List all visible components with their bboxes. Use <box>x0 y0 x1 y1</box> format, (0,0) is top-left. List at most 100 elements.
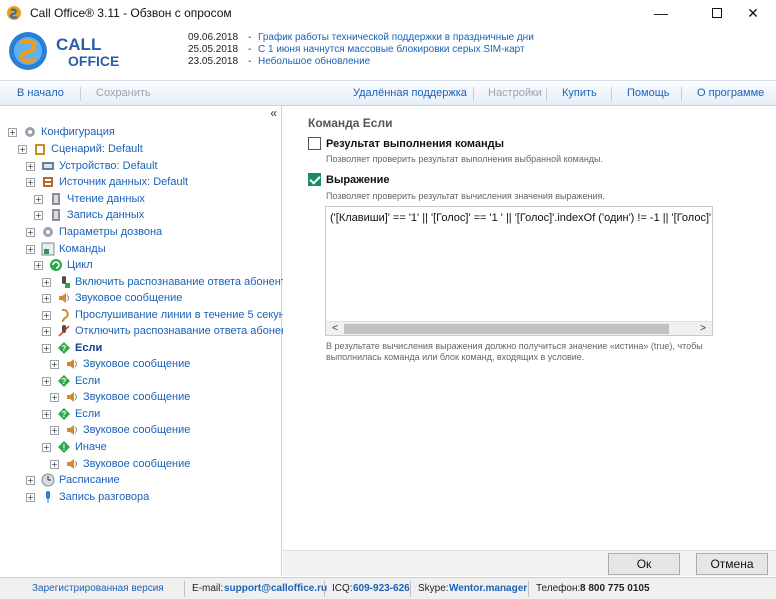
tree-item[interactable]: + Запись разговора <box>26 489 149 505</box>
tree-item[interactable]: + Конфигурация <box>8 124 115 140</box>
tree-item-label: Параметры дозвона <box>59 226 163 238</box>
expression-text[interactable]: ('[Клавиши]' == '1' || '[Голос]' == '1 '… <box>330 212 712 224</box>
collapse-panel-button[interactable]: « <box>270 106 277 120</box>
expand-toggle-icon[interactable]: + <box>50 459 59 469</box>
command-result-checkbox[interactable] <box>308 137 321 150</box>
tree-item[interactable]: + Запись данных <box>34 207 144 223</box>
tree-item[interactable]: + Звуковое сообщение <box>50 456 190 472</box>
expand-toggle-icon[interactable]: + <box>50 425 59 435</box>
tree-item[interactable]: + Сценарий: Default <box>18 141 143 157</box>
tree-item[interactable]: + Чтение данных <box>34 191 145 207</box>
news-item[interactable]: 25.05.2018 - С 1 июня начнутся массовые … <box>188 44 534 56</box>
tree-item[interactable]: + Цикл <box>34 257 93 273</box>
menu-help[interactable]: Помощь <box>627 81 670 106</box>
dialog-button-bar: Ок Отмена <box>283 550 776 576</box>
option-label: Выражение <box>326 173 390 186</box>
news-link[interactable]: С 1 июня начнутся массовые блокировки се… <box>258 44 525 56</box>
expand-toggle-icon[interactable]: + <box>42 376 51 386</box>
menu-about[interactable]: О программе <box>697 81 764 106</box>
horizontal-scrollbar[interactable]: < > <box>326 321 712 335</box>
config-tree-panel: « + Конфигурация + Сценарий: Default + Устрой… <box>0 106 298 576</box>
header-banner: CALL OFFICE 09.06.2018 - График работы т… <box>0 26 776 76</box>
if-icon: ? <box>58 375 70 387</box>
expand-toggle-icon[interactable]: + <box>26 244 35 254</box>
tree-item-label: Источник данных: Default <box>59 176 189 188</box>
tree-item-label: Конфигурация <box>41 126 115 138</box>
tree-item-label: Прослушивание линии в течение 5 секунд <box>75 309 292 321</box>
expand-toggle-icon[interactable]: + <box>42 277 51 287</box>
tree-item[interactable]: +! Иначе <box>42 439 107 455</box>
expression-editor[interactable]: ('[Клавиши]' == '1' || '[Голос]' == '1 '… <box>325 206 713 336</box>
menu-save[interactable]: Сохранить <box>96 81 151 106</box>
tree-item[interactable]: +? Если <box>42 406 100 422</box>
expand-toggle-icon[interactable]: + <box>8 127 17 137</box>
tree-item-label: Чтение данных <box>67 193 145 205</box>
icq-label: ICQ: <box>332 583 353 594</box>
expand-toggle-icon[interactable]: + <box>50 392 59 402</box>
option-description: Позволяет проверить результат выполнения… <box>326 154 604 164</box>
tree-item[interactable]: + Расписание <box>26 472 120 488</box>
tree-item[interactable]: + Команды <box>26 241 106 257</box>
tree-item[interactable]: + Звуковое сообщение <box>50 389 190 405</box>
expand-toggle-icon[interactable]: + <box>50 359 59 369</box>
news-item[interactable]: 09.06.2018 - График работы технической п… <box>188 32 534 44</box>
expression-checkbox[interactable] <box>308 173 321 186</box>
tree-item[interactable]: +? Если <box>42 373 100 389</box>
speaker-icon <box>67 459 77 469</box>
expand-toggle-icon[interactable]: + <box>26 492 35 502</box>
expand-toggle-icon[interactable]: + <box>34 210 43 220</box>
scroll-right-icon[interactable]: > <box>696 322 710 335</box>
speaker-icon <box>67 392 77 402</box>
tree-item[interactable]: + Включить распознавание ответа абонента <box>42 274 292 290</box>
option-command-result[interactable]: Результат выполнения команды <box>308 137 504 150</box>
tree-item[interactable]: + Звуковое сообщение <box>50 422 190 438</box>
menu-buy[interactable]: Купить <box>562 81 597 106</box>
window-titlebar: Call Office® 3.11 - Обзвон с опросом — ✕ <box>0 0 776 26</box>
scroll-left-icon[interactable]: < <box>328 322 342 335</box>
minimize-button[interactable]: — <box>638 0 684 26</box>
news-item[interactable]: 23.05.2018 - Небольшое обновление <box>188 56 534 68</box>
expand-toggle-icon[interactable]: + <box>34 194 43 204</box>
tree-item[interactable]: + Звуковое сообщение <box>42 290 182 306</box>
menu-settings[interactable]: Настройки <box>488 81 542 106</box>
book-icon <box>52 193 60 205</box>
expand-toggle-icon[interactable]: + <box>26 227 35 237</box>
tree-item[interactable]: + Отключить распознавание ответа абонента <box>42 323 298 339</box>
close-window-button[interactable]: ✕ <box>730 0 776 26</box>
expand-toggle-icon[interactable]: + <box>34 260 43 270</box>
speaker-icon <box>59 293 69 303</box>
record-icon <box>46 491 50 503</box>
news-link[interactable]: Небольшое обновление <box>258 56 370 68</box>
expand-toggle-icon[interactable]: + <box>42 409 51 419</box>
skype-link[interactable]: Wentor.manager <box>449 578 527 599</box>
clock-icon <box>41 473 55 487</box>
scrollbar-thumb[interactable] <box>344 324 669 334</box>
expand-toggle-icon[interactable]: + <box>18 144 27 154</box>
expand-toggle-icon[interactable]: + <box>42 310 51 320</box>
expand-toggle-icon[interactable]: + <box>26 161 35 171</box>
expand-toggle-icon[interactable]: + <box>42 293 51 303</box>
tree-item[interactable]: + Параметры дозвона <box>26 224 162 240</box>
tree-item[interactable]: + Источник данных: Default <box>26 174 188 190</box>
expand-toggle-icon[interactable]: + <box>26 177 35 187</box>
speaker-icon <box>67 359 77 369</box>
tree-item-label: Устройство: Default <box>59 160 158 172</box>
tree-item[interactable]: + Прослушивание линии в течение 5 секунд <box>42 307 291 323</box>
expand-toggle-icon[interactable]: + <box>42 343 51 353</box>
option-expression[interactable]: Выражение <box>308 173 389 186</box>
menu-home[interactable]: В начало <box>17 81 64 106</box>
expand-toggle-icon[interactable]: + <box>26 475 35 485</box>
svg-text:?: ? <box>62 344 67 353</box>
expand-toggle-icon[interactable]: + <box>42 326 51 336</box>
news-link[interactable]: График работы технической поддержки в пр… <box>258 32 534 44</box>
tree-item[interactable]: + Звуковое сообщение <box>50 356 190 372</box>
email-link[interactable]: support@calloffice.ru <box>224 578 327 599</box>
if-icon: ? <box>58 342 70 354</box>
cancel-button[interactable]: Отмена <box>696 553 768 575</box>
tree-item[interactable]: +? Если <box>42 340 102 356</box>
expand-toggle-icon[interactable]: + <box>42 442 51 452</box>
tree-item[interactable]: + Устройство: Default <box>26 158 158 174</box>
menu-remote-support[interactable]: Удалённая поддержка <box>353 81 467 106</box>
book-icon <box>52 209 60 221</box>
ok-button[interactable]: Ок <box>608 553 680 575</box>
